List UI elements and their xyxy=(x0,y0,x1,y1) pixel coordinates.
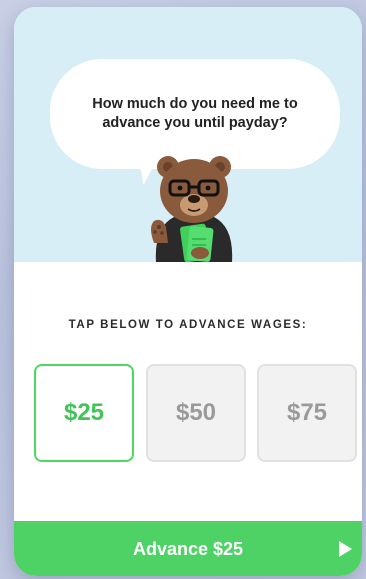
speech-bubble-text: How much do you need me to advance you u… xyxy=(50,95,340,133)
advance-prompt-label: TAP BELOW TO ADVANCE WAGES: xyxy=(68,319,308,331)
amount-option-50[interactable]: $50 xyxy=(146,364,246,462)
speech-bubble-line-1: How much do you need me to xyxy=(92,96,298,112)
advance-button[interactable]: Advance $25 xyxy=(14,521,362,576)
speech-bubble-line-2: advance you until payday? xyxy=(102,115,288,131)
chevron-right-icon xyxy=(339,541,352,557)
advance-button-label: Advance $25 xyxy=(132,539,244,559)
amount-option-75[interactable]: $75 xyxy=(257,364,357,462)
amount-option-25[interactable]: $25 xyxy=(34,364,134,462)
advance-card: How much do you need me to advance you u… xyxy=(14,7,362,576)
hero-illustration-area: How much do you need me to advance you u… xyxy=(14,7,362,262)
bear-mascot-icon xyxy=(151,156,233,262)
